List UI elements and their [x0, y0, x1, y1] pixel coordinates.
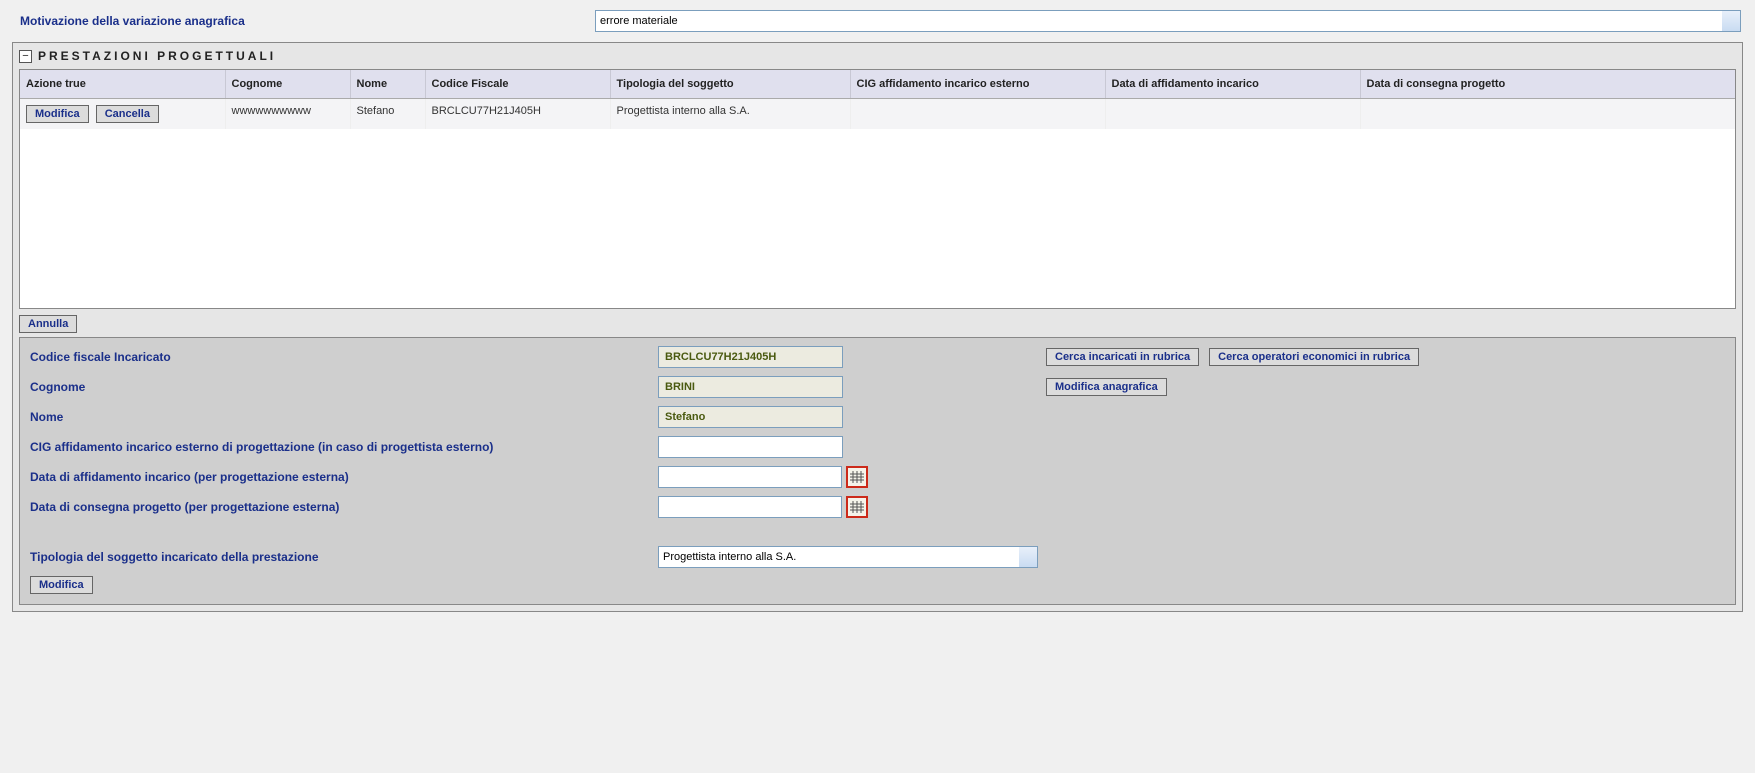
cerca-incaricati-button[interactable]: Cerca incaricati in rubrica [1046, 348, 1199, 366]
cell-azione: Modifica Cancella [20, 99, 225, 130]
input-data-aff[interactable] [658, 466, 842, 488]
input-cognome [658, 376, 843, 398]
cell-tipologia: Progettista interno alla S.A. [610, 99, 850, 130]
label-data-aff: Data di affidamento incarico (per proget… [30, 470, 650, 485]
table-header-row: Azione true Cognome Nome Codice Fiscale … [20, 70, 1735, 99]
motivazione-select[interactable]: errore materiale [595, 10, 1741, 32]
calendar-icon-data-cons[interactable] [846, 496, 868, 518]
motivazione-label: Motivazione della variazione anagrafica [20, 14, 585, 28]
panel-title: PRESTAZIONI PROGETTUALI [38, 49, 276, 63]
label-cognome: Cognome [30, 380, 650, 395]
row-modifica-button[interactable]: Modifica [26, 105, 89, 123]
prestazioni-panel: − PRESTAZIONI PROGETTUALI Azione true [12, 42, 1743, 612]
annulla-button[interactable]: Annulla [19, 315, 77, 333]
col-azione: Azione true [20, 70, 225, 99]
col-cig: CIG affidamento incarico esterno [850, 70, 1105, 99]
label-data-cons: Data di consegna progetto (per progettaz… [30, 500, 650, 515]
cell-cig [850, 99, 1105, 130]
table-container: Azione true Cognome Nome Codice Fiscale … [19, 69, 1736, 309]
label-nome: Nome [30, 410, 650, 425]
input-cf [658, 346, 843, 368]
cell-nome: Stefano [350, 99, 425, 130]
detail-modifica-button[interactable]: Modifica [30, 576, 93, 594]
col-data-aff: Data di affidamento incarico [1105, 70, 1360, 99]
cerca-operatori-button[interactable]: Cerca operatori economici in rubrica [1209, 348, 1419, 366]
row-cancella-button[interactable]: Cancella [96, 105, 159, 123]
label-tipologia: Tipologia del soggetto incaricato della … [30, 550, 650, 565]
input-cig[interactable] [658, 436, 843, 458]
modifica-anagrafica-button[interactable]: Modifica anagrafica [1046, 378, 1167, 396]
cell-cognome: wwwwwwwwww [225, 99, 350, 130]
motivazione-row: Motivazione della variazione anagrafica … [12, 2, 1743, 40]
collapse-toggle[interactable]: − [19, 50, 32, 63]
col-nome: Nome [350, 70, 425, 99]
cell-data-cons [1360, 99, 1735, 130]
detail-panel: Codice fiscale Incaricato Cerca incarica… [19, 337, 1736, 605]
cell-data-aff [1105, 99, 1360, 130]
input-data-cons[interactable] [658, 496, 842, 518]
label-cf: Codice fiscale Incaricato [30, 350, 650, 365]
label-cig: CIG affidamento incarico esterno di prog… [30, 440, 650, 455]
calendar-icon-data-aff[interactable] [846, 466, 868, 488]
table-row: Modifica Cancella wwwwwwwwww Stefano BRC… [20, 99, 1735, 130]
col-tipologia: Tipologia del soggetto [610, 70, 850, 99]
col-cognome: Cognome [225, 70, 350, 99]
panel-header: − PRESTAZIONI PROGETTUALI [13, 43, 1742, 69]
col-data-cons: Data di consegna progetto [1360, 70, 1735, 99]
input-nome [658, 406, 843, 428]
cell-cf: BRCLCU77H21J405H [425, 99, 610, 130]
col-cf: Codice Fiscale [425, 70, 610, 99]
select-tipologia[interactable]: Progettista interno alla S.A. [658, 546, 1038, 568]
prestazioni-table: Azione true Cognome Nome Codice Fiscale … [20, 70, 1735, 129]
